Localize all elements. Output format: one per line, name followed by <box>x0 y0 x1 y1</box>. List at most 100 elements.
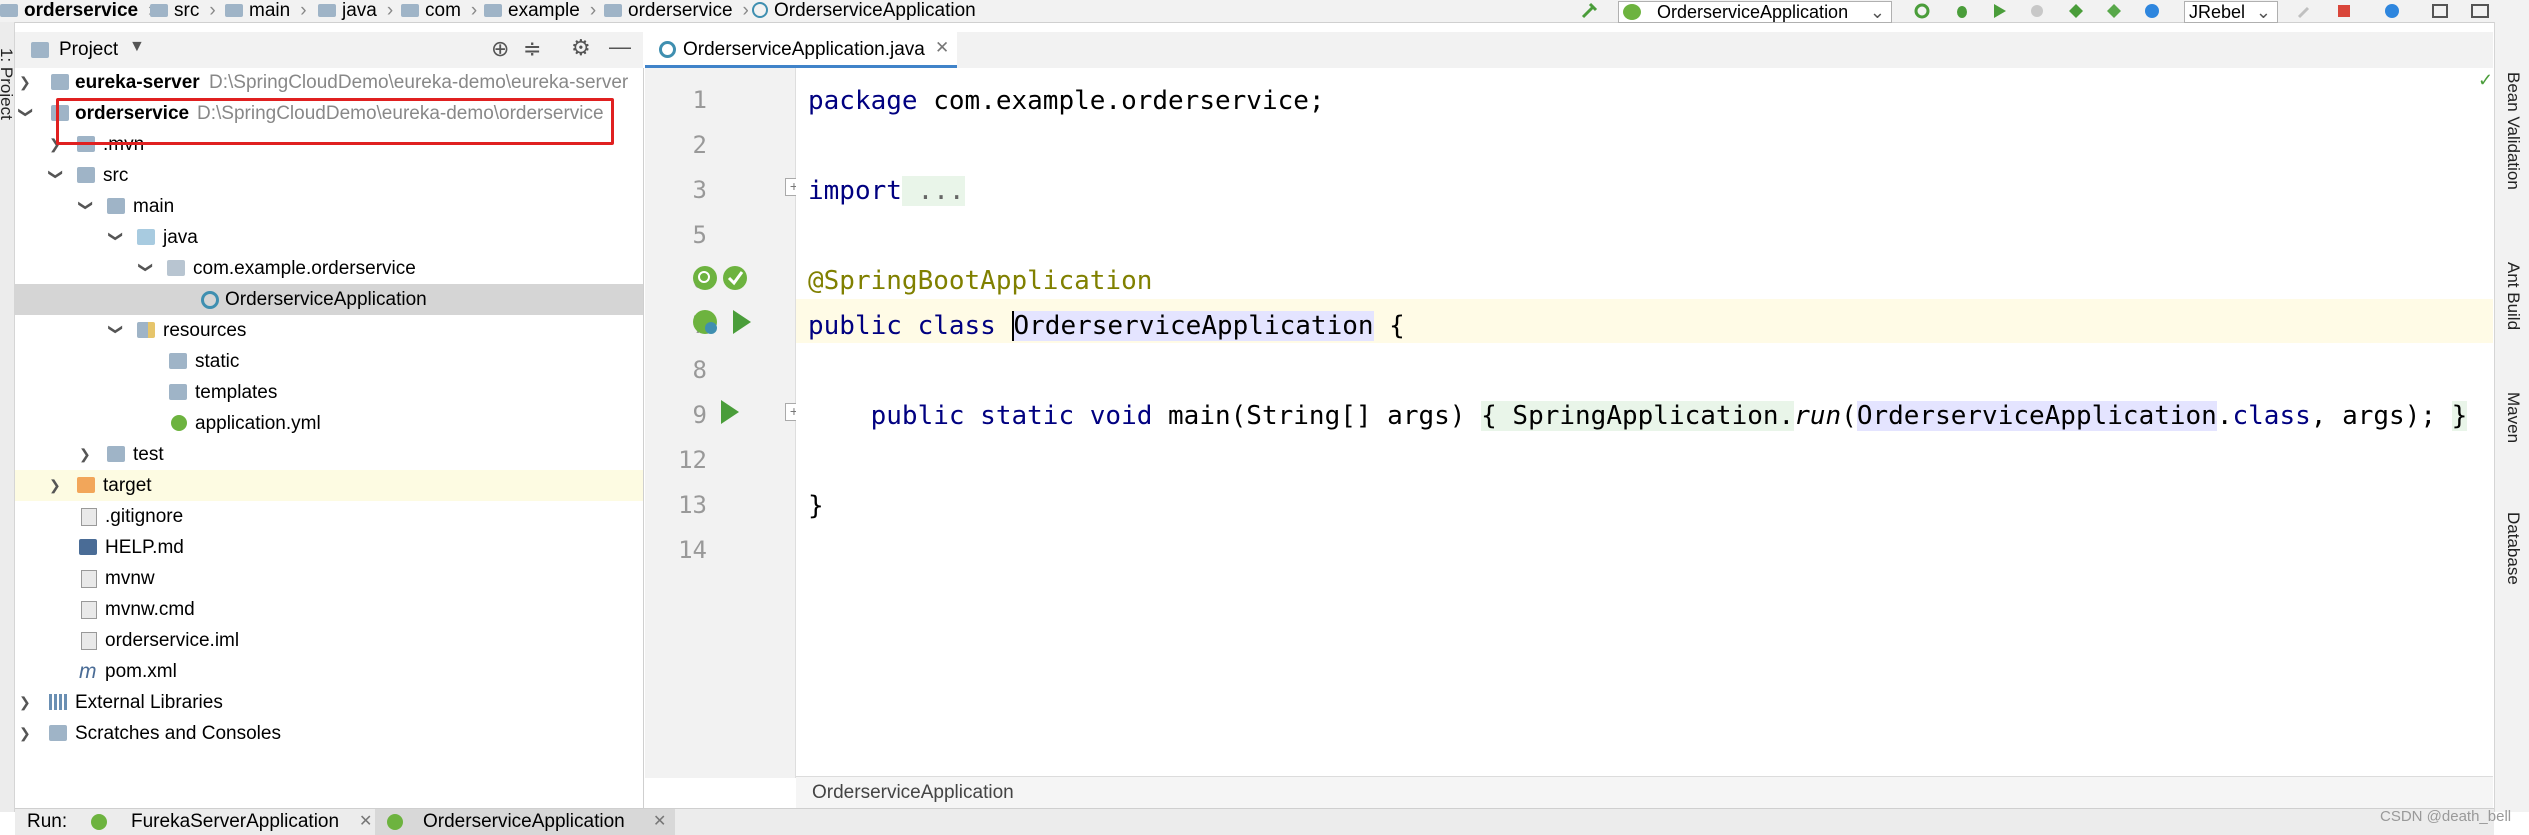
tree-item-package[interactable]: ❯ com.example.orderservice <box>15 253 643 284</box>
tree-item-external-libraries[interactable]: ❯ External Libraries <box>15 687 643 718</box>
run-tab-eureka[interactable]: FurekaServerApplication ✕ <box>91 809 379 835</box>
tree-item-java[interactable]: ❯ java <box>15 222 643 253</box>
run-coverage-icon[interactable] <box>1990 2 2010 20</box>
project-tree: ❯ eureka-server D:\SpringCloudDemo\eurek… <box>15 68 644 808</box>
tree-item-gitignore[interactable]: .gitignore <box>15 501 643 532</box>
stop-icon[interactable] <box>2334 2 2354 20</box>
chevron-down-icon[interactable]: ❯ <box>101 231 132 245</box>
folded-imports[interactable]: ... <box>901 176 965 206</box>
nav-crumb-class[interactable]: OrderserviceApplication <box>752 0 976 22</box>
code-line-3: import ... <box>808 176 965 206</box>
tree-item-orderservice-application[interactable]: OrderserviceApplication <box>15 284 643 315</box>
jrebel-update-icon[interactable] <box>2142 2 2162 20</box>
ant-build-tab[interactable]: Ant Build <box>2503 262 2523 330</box>
tree-item-templates[interactable]: templates <box>15 377 643 408</box>
terminal-icon[interactable] <box>2470 2 2490 20</box>
chevron-right-icon[interactable]: ❯ <box>19 67 33 98</box>
tree-item-label: templates <box>195 382 278 403</box>
tree-item-help-md[interactable]: HELP.md <box>15 532 643 563</box>
locate-icon[interactable]: ⊕ <box>491 36 509 62</box>
tree-item-application-yml[interactable]: application.yml <box>15 408 643 439</box>
chevron-down-icon[interactable]: ❯ <box>101 324 132 338</box>
tree-item-mvnw[interactable]: mvnw <box>15 563 643 594</box>
tree-item-pom-xml[interactable]: m pom.xml <box>15 656 643 687</box>
spring-boot-icon <box>387 814 403 830</box>
jrebel-debug-icon[interactable] <box>2104 2 2124 20</box>
tree-item-target[interactable]: ❯ target <box>15 470 643 501</box>
run-config-dropdown[interactable]: OrderserviceApplication ⌄ <box>1618 1 1892 23</box>
tree-item-label: src <box>103 165 129 186</box>
help-icon[interactable] <box>2382 2 2402 20</box>
close-icon[interactable]: ✕ <box>359 809 372 835</box>
nav-crumb-com[interactable]: com › <box>401 0 477 22</box>
file-icon <box>81 508 97 526</box>
run-gutter-icon[interactable] <box>729 308 753 336</box>
editor-breadcrumb[interactable]: OrderserviceApplication <box>812 777 1014 809</box>
tree-item-label: java <box>163 227 198 248</box>
close-icon[interactable]: ✕ <box>653 809 666 835</box>
spring-beans-gutter-icon[interactable] <box>691 260 751 296</box>
nav-crumb-java[interactable]: java › <box>318 0 393 22</box>
checkmark-icon: ✓ <box>2478 70 2494 90</box>
chevron-down-icon[interactable]: ▼ <box>129 38 145 56</box>
run-main-gutter-icon[interactable] <box>717 398 741 426</box>
nav-crumb-main[interactable]: main › <box>225 0 307 22</box>
tree-item-mvnw-cmd[interactable]: mvnw.cmd <box>15 594 643 625</box>
build-hammer-icon[interactable] <box>1580 2 1600 20</box>
nav-crumb-orderservice[interactable]: orderservice› <box>0 0 154 22</box>
code-line-6: @SpringBootApplication <box>808 266 1153 296</box>
spring-boot-icon <box>91 814 107 830</box>
project-structure-icon[interactable] <box>2430 2 2450 20</box>
line-number: 3 <box>692 176 707 204</box>
chevron-down-icon[interactable]: ❯ <box>71 200 102 214</box>
bean-validation-tab[interactable]: Bean Validation <box>2503 72 2523 190</box>
folder-icon <box>77 167 95 183</box>
chevron-right-icon[interactable]: ❯ <box>79 439 93 470</box>
nav-crumb-example[interactable]: example › <box>484 0 596 22</box>
line-number: 2 <box>692 131 707 159</box>
jrebel-dropdown[interactable]: JRebel ⌄ <box>2184 1 2278 23</box>
collapse-all-icon[interactable]: ≑ <box>523 36 541 62</box>
tree-item-main[interactable]: ❯ main <box>15 191 643 222</box>
tree-item-test[interactable]: ❯ test <box>15 439 643 470</box>
tree-item-scratches[interactable]: ❯ Scratches and Consoles <box>15 718 643 749</box>
tree-item-label: application.yml <box>195 413 321 434</box>
tab-orderservice-application-java[interactable]: OrderserviceApplication.java ✕ <box>645 32 957 68</box>
close-icon[interactable]: ✕ <box>935 38 949 58</box>
chevron-right-icon[interactable]: ❯ <box>19 687 33 718</box>
code-editor[interactable]: package com.example.orderservice; import… <box>796 68 2493 778</box>
tree-item-static[interactable]: static <box>15 346 643 377</box>
tree-item-orderservice-iml[interactable]: orderservice.iml <box>15 625 643 656</box>
tree-item-label: .gitignore <box>105 506 184 527</box>
navigation-bar: orderservice› src› main› java› com› exam… <box>0 0 2529 23</box>
jrebel-run-icon[interactable] <box>2066 2 2086 20</box>
chevron-right-icon[interactable]: ❯ <box>19 718 33 749</box>
profile-icon[interactable] <box>2028 2 2048 20</box>
tab-label: OrderserviceApplication.java <box>683 39 925 60</box>
tree-item-label: mvnw.cmd <box>105 599 195 620</box>
run-tab-orderservice[interactable]: OrderserviceApplication ✕ <box>375 809 675 835</box>
database-tab[interactable]: Database <box>2503 512 2523 585</box>
line-number: 1 <box>692 86 707 114</box>
maven-tab[interactable]: Maven <box>2503 392 2523 443</box>
hammer-disabled-icon[interactable] <box>2296 2 2316 20</box>
debug-bug-icon[interactable] <box>1952 2 1972 20</box>
chevron-down-icon[interactable]: ❯ <box>131 262 162 276</box>
rerun-icon[interactable] <box>1912 2 1932 20</box>
chevron-down-icon[interactable]: ❯ <box>41 169 72 183</box>
nav-crumb-src[interactable]: src › <box>150 0 216 22</box>
tree-item-resources[interactable]: ❯ resources <box>15 315 643 346</box>
tree-item-eureka-server[interactable]: ❯ eureka-server D:\SpringCloudDemo\eurek… <box>15 67 643 98</box>
package-icon <box>604 4 622 17</box>
minimize-icon[interactable]: — <box>609 34 631 60</box>
tree-item-src[interactable]: ❯ src <box>15 160 643 191</box>
editor-gutter: 1 2 3 5 6 7 8 9 12 13 14 + + <box>645 68 803 778</box>
chevron-right-icon[interactable]: ❯ <box>49 470 63 501</box>
gear-icon[interactable]: ⚙ <box>571 35 591 61</box>
spring-bean-gutter-icon[interactable] <box>691 304 721 340</box>
resources-folder-icon <box>137 322 155 338</box>
nav-crumb-orderservice-pkg[interactable]: orderservice › <box>604 0 749 22</box>
project-panel-title[interactable]: Project <box>59 39 118 61</box>
chevron-down-icon[interactable]: ❯ <box>11 107 42 121</box>
line-number: 12 <box>678 446 707 474</box>
